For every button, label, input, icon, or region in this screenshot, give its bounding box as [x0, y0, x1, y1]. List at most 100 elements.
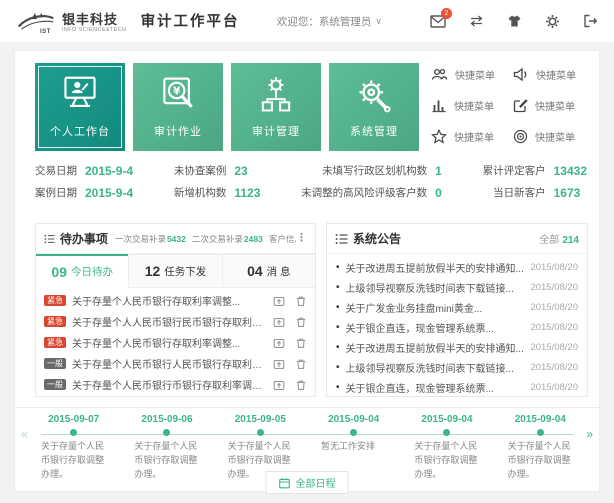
- tile-audit-operations[interactable]: ¥ 审计作业: [133, 63, 223, 151]
- welcome-text: 欢迎您：系统管理员: [277, 14, 372, 29]
- subtab-first-entry[interactable]: 一次交易补录5432: [115, 233, 186, 245]
- announcement-item[interactable]: • 关于改进周五提前放假半天的安排通知... 2015/08/20: [327, 257, 587, 277]
- timeline-dot: [350, 429, 357, 436]
- gear-wrench-icon: [353, 75, 395, 115]
- quick-menu-label: 快捷菜单: [454, 98, 494, 113]
- trash-icon[interactable]: [295, 295, 307, 307]
- timeline-dot: [443, 429, 450, 436]
- timeline-text: 关于存量个人民币银行存取调整办理。: [120, 436, 213, 482]
- export-icon[interactable]: [273, 337, 285, 349]
- stat-value: 2015-9-4: [85, 164, 133, 178]
- timeline-date: 2015-09-07: [27, 414, 120, 425]
- announcement-title: 上级领导视察反洗钱时间表下载链接...: [346, 360, 525, 375]
- logout-button[interactable]: [582, 13, 598, 29]
- announcement-date: 2015/08/20: [530, 302, 578, 313]
- tab-today-todo[interactable]: 09 今日待办: [36, 254, 128, 288]
- announcement-item[interactable]: • 上级领导视察反洗钱时间表下载链接... 2015/08/20: [327, 357, 587, 377]
- more-options-icon[interactable]: ⋮: [296, 233, 307, 244]
- announcement-item[interactable]: • 关于银企直连，现金管理系统票... 2015/08/20: [327, 317, 587, 337]
- todo-item[interactable]: 一般 关于存量个人民币银行币银行存取利率调整...: [36, 374, 315, 395]
- timeline-dot: [537, 429, 544, 436]
- announcement-item[interactable]: • 关于银企直连，现金管理系统票... 2015/08/20: [327, 377, 587, 397]
- tile-personal-workbench[interactable]: 个人工作台: [35, 63, 125, 151]
- priority-badge: 紧急: [44, 337, 66, 348]
- todo-item[interactable]: 紧急 关于存量个人人民币银行民币银行存取利率调整...: [36, 311, 315, 332]
- quick-menu: 快捷菜单 快捷菜单 快捷菜单 快捷菜单: [431, 67, 589, 144]
- trash-icon[interactable]: [295, 337, 307, 349]
- announcement-date: 2015/08/20: [530, 382, 578, 393]
- swap-button[interactable]: [468, 13, 484, 29]
- subtab-second-entry[interactable]: 二次交易补录2483: [192, 233, 263, 245]
- quick-menu-item-edit[interactable]: 快捷菜单: [513, 98, 589, 113]
- todo-item-title: 关于存量个人民币银行人民币银行存取利率调整...: [72, 356, 263, 371]
- top-header: IST 银丰科技 INFO SCIENCE&TECH 审计工作平台 欢迎您：系统…: [0, 0, 614, 42]
- tab-task-dispatch[interactable]: 12 任务下发: [128, 254, 221, 288]
- announcements-list: • 关于改进周五提前放假半天的安排通知... 2015/08/20 • 上级领导…: [327, 254, 587, 400]
- quick-menu-item-announce[interactable]: 快捷菜单: [513, 67, 589, 82]
- announcements-title: 系统公告: [353, 230, 401, 247]
- logo-ist-text: IST: [40, 29, 51, 35]
- gear-network-icon: [255, 75, 297, 115]
- announcement-item[interactable]: • 关于广发金业务挂盘mini黄金... 2015/08/20: [327, 297, 587, 317]
- export-icon[interactable]: [273, 358, 285, 370]
- stat-value: 0: [435, 186, 442, 200]
- timeline-entry: 2015-09-04 关于存量个人民币银行存取调整办理。: [400, 414, 493, 482]
- user-menu[interactable]: 欢迎您：系统管理员 ∨: [277, 14, 382, 29]
- trash-icon[interactable]: [295, 316, 307, 328]
- gear-icon: [545, 14, 560, 29]
- export-icon[interactable]: [273, 379, 285, 391]
- priority-badge: 一般: [44, 379, 66, 390]
- export-icon[interactable]: [273, 295, 285, 307]
- tile-system-management[interactable]: 系统管理: [329, 63, 419, 151]
- settings-button[interactable]: [544, 13, 560, 29]
- stat-group-cases: 未协查案例 23 新增机构数 1123: [174, 163, 261, 200]
- tab-label: 任务下发: [164, 264, 206, 279]
- quick-menu-item-report[interactable]: 快捷菜单: [431, 98, 507, 113]
- subtab-customer-info[interactable]: 客户信息补录86: [269, 233, 296, 245]
- quick-menu-item-users[interactable]: 快捷菜单: [431, 67, 507, 82]
- todo-list: 紧急 关于存量个人民币银行存取利率调整... 紧急 关于存量个人人民币银行民币银…: [36, 288, 315, 397]
- todo-panel-header: 待办事项 一次交易补录5432 二次交易补录2483 客户信息补录86 ⋮: [36, 224, 315, 254]
- tab-count: 12: [145, 263, 161, 279]
- timeline-entry: 2015-09-06 关于存量个人民币银行存取调整办理。: [120, 414, 213, 482]
- svg-text:¥: ¥: [173, 85, 181, 98]
- quick-menu-item-target[interactable]: 快捷菜单: [513, 129, 589, 144]
- timeline-date: 2015-09-04: [400, 414, 493, 425]
- todo-item-title: 关于存量个人人民币银行民币银行存取利率调整...: [72, 314, 263, 329]
- all-schedule-button[interactable]: 全部日程: [266, 471, 349, 494]
- tab-messages[interactable]: 04 消 息: [222, 254, 315, 288]
- stat-label: 新增机构数: [174, 185, 227, 200]
- timeline-dot: [163, 429, 170, 436]
- stat-value: 1: [435, 164, 442, 178]
- timeline-dot: [70, 429, 77, 436]
- stat-value: 1123: [234, 186, 260, 200]
- users-icon: [431, 67, 448, 82]
- all-schedule-label: 全部日程: [296, 475, 336, 490]
- announcement-item[interactable]: • 关于改进周五提前放假半天的安排通知... 2015/08/20: [327, 337, 587, 357]
- theme-button[interactable]: [506, 13, 522, 29]
- tab-label: 消 息: [267, 264, 291, 279]
- announcement-date: 2015/08/20: [530, 282, 578, 293]
- trash-icon[interactable]: [295, 358, 307, 370]
- bar-chart-icon: [431, 98, 447, 113]
- export-icon[interactable]: [273, 316, 285, 328]
- priority-badge: 一般: [44, 358, 66, 369]
- messages-button[interactable]: 2: [430, 13, 446, 29]
- announcement-item[interactable]: • 上级领导视察反洗钱时间表下载链接... 2015/08/20: [327, 277, 587, 297]
- calendar-icon: [279, 477, 291, 489]
- todo-item[interactable]: 一般 关于存量个人民币银行人民币银行存取利率调整...: [36, 353, 315, 374]
- trash-icon[interactable]: [295, 379, 307, 391]
- quick-menu-item-favorite[interactable]: 快捷菜单: [431, 129, 507, 144]
- module-tiles: 个人工作台 ¥ 审计作业: [35, 63, 419, 151]
- bullet-icon: •: [336, 342, 340, 353]
- tile-audit-management[interactable]: 审计管理: [231, 63, 321, 151]
- todo-item[interactable]: 紧急 关于存量个人民币银行存取利率调整...: [36, 332, 315, 353]
- timeline-next-icon[interactable]: »: [586, 427, 593, 441]
- timeline-entry: 2015-09-04 关于存量个人民币银行存取调整办理。: [494, 414, 587, 482]
- timeline-date: 2015-09-06: [120, 414, 213, 425]
- todo-item[interactable]: 紧急 关于存量个人民币银行存取利率调整...: [36, 290, 315, 311]
- logout-icon: [583, 14, 598, 28]
- announcements-view-all[interactable]: 全部214: [539, 231, 579, 246]
- announcement-date: 2015/08/20: [530, 322, 578, 333]
- todo-item-title: 关于存量个人民币银行存取利率调整...: [72, 293, 263, 308]
